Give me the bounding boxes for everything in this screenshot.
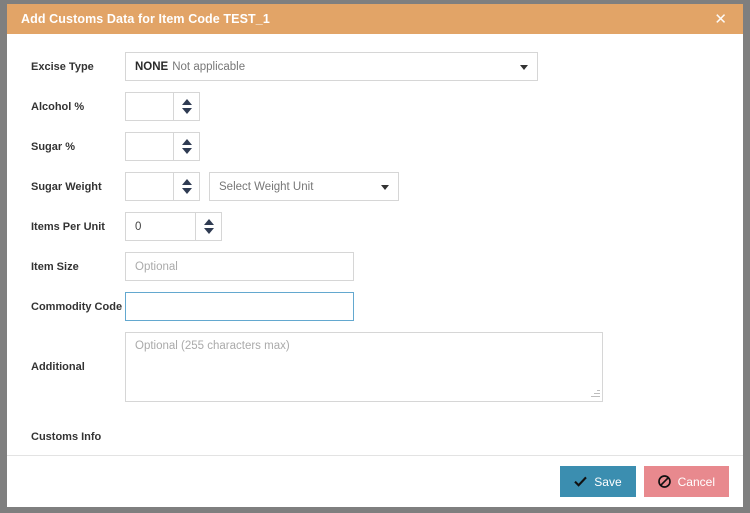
items-per-unit-stepper[interactable] — [125, 212, 222, 241]
form-row-excise-type: Excise Type NONE Not applicable — [7, 52, 743, 82]
excise-type-select[interactable]: NONE Not applicable — [125, 52, 538, 81]
dialog-footer: Save Cancel — [7, 455, 743, 507]
form-row-additional-info: Additional Customs Info — [7, 332, 743, 455]
alcohol-pct-stepper[interactable] — [125, 92, 200, 121]
spin-down-icon[interactable] — [203, 228, 214, 234]
sugar-weight-spin-buttons[interactable] — [173, 172, 200, 201]
items-per-unit-input[interactable] — [125, 212, 195, 241]
control-commodity-code — [125, 292, 354, 321]
sugar-weight-input[interactable] — [125, 172, 173, 201]
control-excise-type: NONE Not applicable — [125, 52, 538, 81]
label-additional-info: Additional Customs Info — [31, 361, 102, 443]
prohibition-icon — [657, 475, 671, 488]
spin-down-icon[interactable] — [181, 188, 192, 194]
form-row-commodity-code: Commodity Code — [7, 292, 743, 322]
chevron-down-icon — [381, 184, 389, 190]
label-excise-type: Excise Type — [31, 61, 94, 73]
label-item-size: Item Size — [31, 261, 79, 273]
weight-unit-placeholder: Select Weight Unit — [219, 180, 314, 193]
form-row-sugar-weight: Sugar Weight Select Weight Unit — [7, 172, 743, 202]
dialog-title: Add Customs Data for Item Code TEST_1 — [21, 12, 270, 26]
form-row-sugar-pct: Sugar % — [7, 132, 743, 162]
control-items-per-unit — [125, 212, 222, 241]
alcohol-pct-input[interactable] — [125, 92, 173, 121]
dialog-body: Excise Type NONE Not applicable Alcohol … — [7, 34, 743, 455]
items-per-unit-spin-buttons[interactable] — [195, 212, 222, 241]
weight-unit-select[interactable]: Select Weight Unit — [209, 172, 399, 201]
save-button[interactable]: Save — [560, 466, 636, 497]
dialog-header: Add Customs Data for Item Code TEST_1 ✕ — [7, 4, 743, 34]
label-sugar-weight: Sugar Weight — [31, 181, 102, 193]
sugar-pct-input[interactable] — [125, 132, 173, 161]
spin-up-icon[interactable] — [181, 139, 192, 145]
commodity-code-input[interactable] — [125, 292, 354, 321]
customs-data-dialog: Add Customs Data for Item Code TEST_1 ✕ … — [7, 4, 743, 507]
alcohol-pct-spin-buttons[interactable] — [173, 92, 200, 121]
additional-info-input[interactable] — [125, 332, 603, 402]
control-alcohol-pct — [125, 92, 200, 121]
spin-up-icon[interactable] — [181, 179, 192, 185]
control-additional-info — [125, 332, 603, 402]
check-icon — [574, 476, 588, 487]
label-commodity-code: Commodity Code — [31, 301, 123, 313]
excise-type-code: NONE — [135, 60, 169, 73]
spin-up-icon[interactable] — [181, 99, 192, 105]
close-icon[interactable]: ✕ — [710, 10, 731, 29]
control-sugar-pct — [125, 132, 200, 161]
sugar-pct-spin-buttons[interactable] — [173, 132, 200, 161]
label-alcohol-pct: Alcohol % — [31, 101, 85, 113]
chevron-down-icon — [520, 64, 528, 70]
spin-down-icon[interactable] — [181, 148, 192, 154]
save-button-label: Save — [594, 474, 622, 489]
sugar-pct-stepper[interactable] — [125, 132, 200, 161]
control-item-size — [125, 252, 354, 281]
label-items-per-unit: Items Per Unit — [31, 221, 105, 233]
form-row-item-size: Item Size — [7, 252, 743, 282]
spin-down-icon[interactable] — [181, 108, 192, 114]
control-sugar-weight: Select Weight Unit — [125, 172, 399, 201]
cancel-button-label: Cancel — [677, 474, 715, 489]
spin-up-icon[interactable] — [203, 219, 214, 225]
label-sugar-pct: Sugar % — [31, 141, 76, 153]
form-row-alcohol-pct: Alcohol % — [7, 92, 743, 122]
cancel-button[interactable]: Cancel — [643, 466, 729, 497]
item-size-input[interactable] — [125, 252, 354, 281]
form-row-items-per-unit: Items Per Unit — [7, 212, 743, 242]
excise-type-text: Not applicable — [172, 60, 246, 73]
sugar-weight-stepper[interactable] — [125, 172, 200, 201]
